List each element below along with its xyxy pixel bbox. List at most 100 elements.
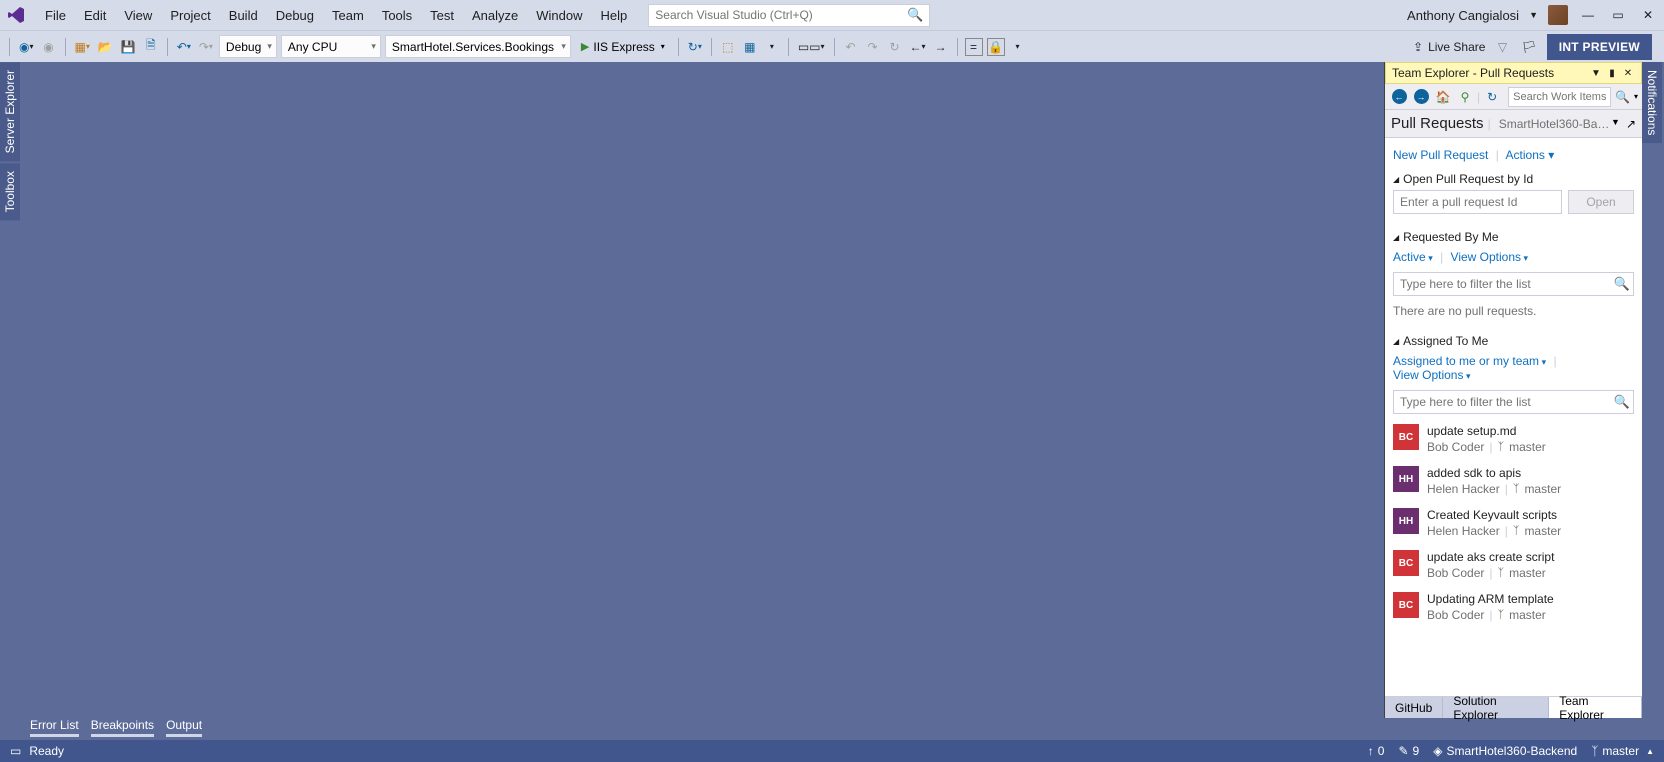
requested-filter-input[interactable] xyxy=(1393,272,1634,296)
undo-button[interactable]: ↶▾ xyxy=(175,36,193,58)
nav-back-button[interactable]: ◉▾ xyxy=(17,36,36,58)
pr-item[interactable]: HHCreated Keyvault scriptsHelen Hacker|ᛉ… xyxy=(1393,502,1634,544)
assigned-to-me-section[interactable]: Assigned To Me xyxy=(1393,328,1634,352)
te-connect-button[interactable]: ⚲ xyxy=(1455,87,1475,107)
status-rect-icon: ▭ xyxy=(10,744,21,758)
menu-tools[interactable]: Tools xyxy=(373,0,421,30)
nav-forward-button[interactable]: ◉ xyxy=(40,36,58,58)
step-into-button[interactable]: ↷ xyxy=(864,36,882,58)
te-search-input[interactable] xyxy=(1508,87,1611,107)
open-pr-button[interactable]: Open xyxy=(1568,190,1634,214)
pr-branch: master xyxy=(1524,524,1561,538)
pr-item[interactable]: BCUpdating ARM templateBob Coder|ᛉmaster xyxy=(1393,586,1634,628)
redo-button[interactable]: ↷▾ xyxy=(197,36,215,58)
panel-pin-button[interactable]: ▮ xyxy=(1605,66,1619,80)
assigned-filter-dropdown[interactable]: Assigned to me or my team xyxy=(1393,354,1546,368)
pr-avatar: BC xyxy=(1393,550,1419,576)
menu-test[interactable]: Test xyxy=(421,0,463,30)
minimize-button[interactable]: — xyxy=(1578,5,1598,25)
menu-file[interactable]: File xyxy=(36,0,75,30)
new-pull-request-link[interactable]: New Pull Request xyxy=(1393,148,1488,162)
arrow-left-button[interactable]: ←▾ xyxy=(908,36,928,58)
search-icon[interactable]: 🔍 xyxy=(1613,90,1632,104)
rail-tab-server-explorer[interactable]: Server Explorer xyxy=(0,62,20,161)
close-button[interactable]: ✕ xyxy=(1638,5,1658,25)
branch-icon: ᛉ xyxy=(1513,525,1520,537)
menu-debug[interactable]: Debug xyxy=(267,0,323,30)
new-project-button[interactable]: ▦▾ xyxy=(73,36,92,58)
te-tab-github[interactable]: GitHub xyxy=(1385,697,1443,718)
pr-item[interactable]: HHadded sdk to apisHelen Hacker|ᛉmaster xyxy=(1393,460,1634,502)
assigned-filter-input[interactable] xyxy=(1393,390,1634,414)
menu-build[interactable]: Build xyxy=(220,0,267,30)
avatar[interactable] xyxy=(1548,5,1568,25)
browser-link-button[interactable]: ⬚ xyxy=(719,36,737,58)
menu-team[interactable]: Team xyxy=(323,0,373,30)
rail-tab-toolbox[interactable]: Toolbox xyxy=(0,163,20,220)
open-file-button[interactable]: 📂 xyxy=(96,36,115,58)
branch-indicator[interactable]: ᛉmaster▲ xyxy=(1591,744,1654,758)
pending-changes[interactable]: ✎9 xyxy=(1398,744,1419,758)
play-icon: ▶ xyxy=(581,40,589,53)
pr-id-input[interactable] xyxy=(1393,190,1562,214)
save-button[interactable]: 💾 xyxy=(119,36,138,58)
toolbar-overflow-2[interactable]: ▾ xyxy=(1009,36,1027,58)
bottom-tab-breakpoints[interactable]: Breakpoints xyxy=(91,718,154,737)
menu-help[interactable]: Help xyxy=(592,0,637,30)
window-layout-button[interactable]: ▭▭▾ xyxy=(796,36,827,58)
arrow-right-button[interactable]: → xyxy=(932,36,950,58)
active-filter-dropdown[interactable]: Active xyxy=(1393,250,1433,264)
open-by-id-section[interactable]: Open Pull Request by Id xyxy=(1393,166,1634,190)
config-dropdown[interactable]: Debug xyxy=(219,35,277,58)
te-tab-team-explorer[interactable]: Team Explorer xyxy=(1549,697,1642,718)
feedback-filter-icon[interactable]: ▽ xyxy=(1493,36,1511,58)
lock-button[interactable]: 🔒 xyxy=(987,38,1005,56)
te-tab-solution-explorer[interactable]: Solution Explorer xyxy=(1443,697,1549,718)
platform-dropdown[interactable]: Any CPU xyxy=(281,35,381,58)
live-share-button[interactable]: ⇪ Live Share xyxy=(1413,40,1485,54)
te-header-dropdown[interactable]: ▼ xyxy=(1611,117,1620,131)
pencil-icon: ✎ xyxy=(1398,744,1408,758)
te-header-repo[interactable]: SmartHotel360-Backe... xyxy=(1499,117,1611,131)
user-dropdown-icon[interactable]: ▼ xyxy=(1529,10,1538,20)
bottom-tab-error-list[interactable]: Error List xyxy=(30,718,79,737)
maximize-button[interactable]: ▭ xyxy=(1608,5,1628,25)
bottom-tab-output[interactable]: Output xyxy=(166,718,202,737)
start-debug-button[interactable]: ▶ IIS Express ▾ xyxy=(575,35,671,58)
toolbox-button[interactable]: ▦ xyxy=(741,36,759,58)
rail-tab-notifications[interactable]: Notifications xyxy=(1642,62,1662,143)
quick-launch-input[interactable] xyxy=(655,8,907,22)
feedback-button[interactable]: 🏳 xyxy=(1519,36,1538,58)
te-refresh-button[interactable]: ↻ xyxy=(1482,87,1502,107)
user-name[interactable]: Anthony Cangialosi xyxy=(1407,8,1519,23)
refresh-button[interactable]: ↻▾ xyxy=(686,36,704,58)
unpushed-commits[interactable]: ↑0 xyxy=(1368,744,1385,758)
step-back-button[interactable]: ↶ xyxy=(842,36,860,58)
pr-item[interactable]: BCupdate aks create scriptBob Coder|ᛉmas… xyxy=(1393,544,1634,586)
menu-project[interactable]: Project xyxy=(161,0,219,30)
save-all-button[interactable]: 🗎 xyxy=(142,36,160,58)
te-forward-button[interactable]: → xyxy=(1411,87,1431,107)
menu-edit[interactable]: Edit xyxy=(75,0,115,30)
search-icon[interactable]: 🔍 xyxy=(1614,276,1630,292)
menu-view[interactable]: View xyxy=(115,0,161,30)
quick-launch-search[interactable]: 🔍 xyxy=(648,4,930,27)
box1-button[interactable]: = xyxy=(965,38,983,56)
step-over-button[interactable]: ↻ xyxy=(886,36,904,58)
panel-close-button[interactable]: ✕ xyxy=(1621,66,1635,80)
menu-analyze[interactable]: Analyze xyxy=(463,0,527,30)
pr-item[interactable]: BCupdate setup.mdBob Coder|ᛉmaster xyxy=(1393,418,1634,460)
search-icon[interactable]: 🔍 xyxy=(1614,394,1630,410)
te-header-popout[interactable]: ↗ xyxy=(1626,117,1636,131)
te-back-button[interactable]: ← xyxy=(1389,87,1409,107)
view-options-dropdown-2[interactable]: View Options xyxy=(1393,368,1471,382)
toolbar-overflow-1[interactable]: ▾ xyxy=(763,36,781,58)
actions-dropdown[interactable]: Actions ▾ xyxy=(1506,148,1555,162)
view-options-dropdown-1[interactable]: View Options xyxy=(1451,250,1529,264)
te-home-button[interactable]: 🏠 xyxy=(1433,87,1453,107)
repo-indicator[interactable]: ◈SmartHotel360-Backend xyxy=(1433,744,1577,758)
requested-by-me-section[interactable]: Requested By Me xyxy=(1393,224,1634,248)
panel-dropdown-button[interactable]: ▼ xyxy=(1589,66,1603,80)
menu-window[interactable]: Window xyxy=(527,0,591,30)
startup-project-dropdown[interactable]: SmartHotel.Services.Bookings xyxy=(385,35,571,58)
